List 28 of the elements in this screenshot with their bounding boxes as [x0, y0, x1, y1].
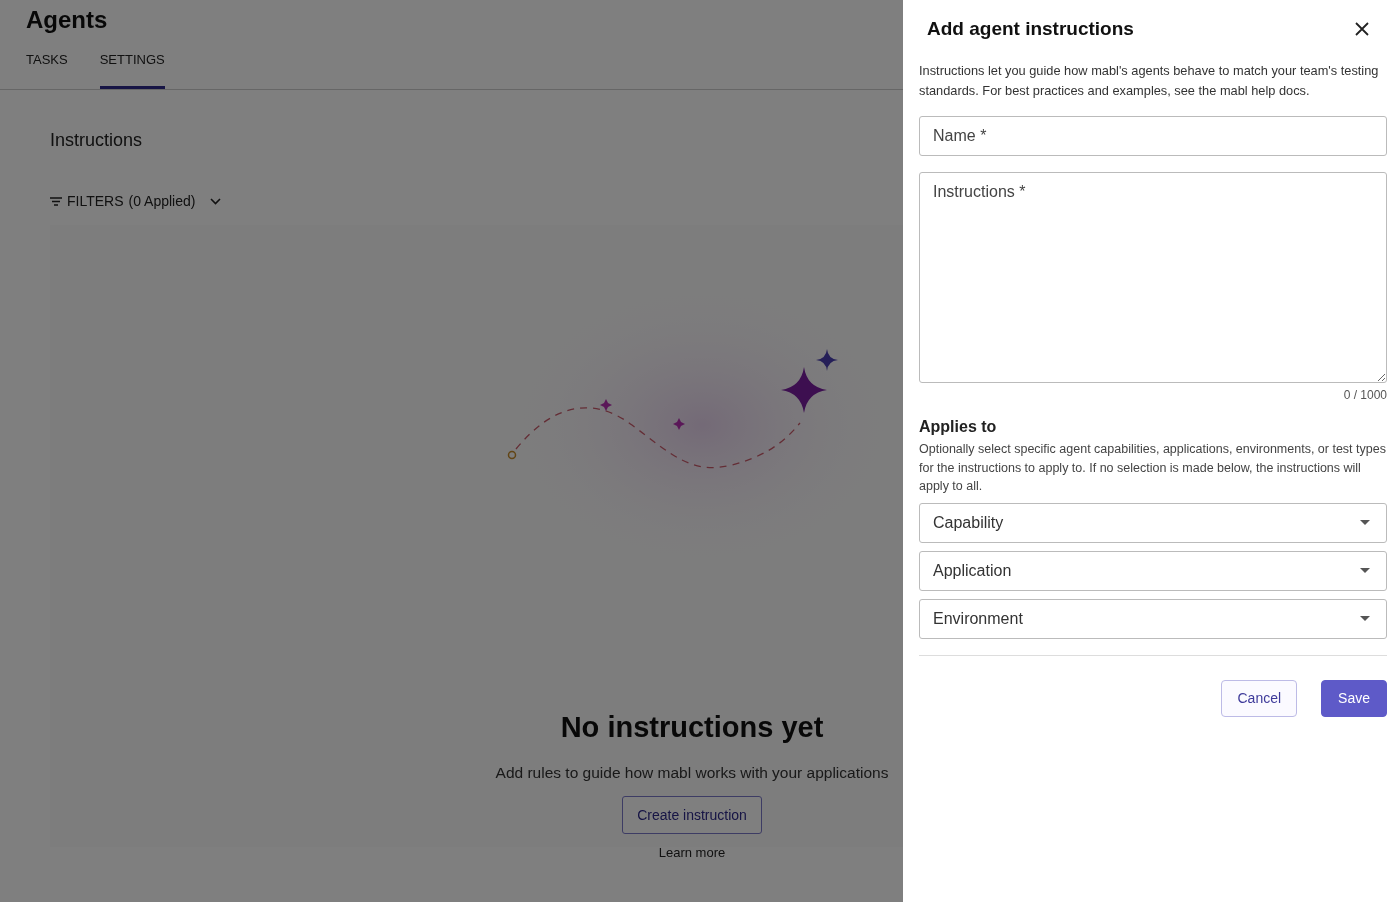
name-field[interactable]: Name *	[919, 116, 1387, 156]
filters-label[interactable]: FILTERS	[67, 193, 124, 209]
section-title: Instructions	[50, 130, 143, 151]
tab[interactable]: SETTINGS	[99, 52, 165, 89]
page-title: Agents	[26, 6, 108, 34]
empty-state-text: Add rules to guide how mabl works with your applications	[495, 764, 889, 782]
filter-icon	[50, 196, 62, 206]
tab[interactable]: TASKS	[26, 52, 68, 89]
dropdown-arrow-icon	[1360, 520, 1370, 525]
dropdown-arrow-icon	[1360, 568, 1370, 573]
empty-state-title: No instructions yet	[560, 711, 824, 744]
applies-to-heading: Applies to	[919, 418, 998, 436]
select-field[interactable]: Application	[919, 550, 1387, 591]
character-counter: 0 / 1000	[1342, 388, 1387, 402]
filters-count: (0 Applied)	[128, 193, 196, 209]
select-field[interactable]: Environment	[919, 598, 1387, 639]
close-icon[interactable]	[1355, 22, 1369, 36]
dropdown-arrow-icon	[1360, 616, 1370, 621]
chevron-down-icon[interactable]	[210, 197, 222, 205]
learn-more-link[interactable]: Learn more	[658, 845, 726, 860]
cancel-button[interactable]: Cancel	[1221, 679, 1298, 717]
drawer-title: Add agent instructions	[927, 18, 1134, 40]
save-button[interactable]: Save	[1321, 679, 1387, 717]
select-field[interactable]: Capability	[919, 502, 1387, 543]
instructions-field[interactable]: Instructions *	[919, 172, 1387, 383]
create-instruction-button[interactable]: Create instruction	[622, 796, 762, 834]
drawer-intro-text: Instructions let you guide how mabl's agents behave to match your team's testing standards. For best practices and examples, see the mabl help docs.	[919, 62, 1380, 100]
applies-to-text: Optionally select specific agent capabilities, applications, environments, or test types for the instructions to apply to. If no selection is made below, the instructions will apply to all.	[919, 441, 1387, 495]
